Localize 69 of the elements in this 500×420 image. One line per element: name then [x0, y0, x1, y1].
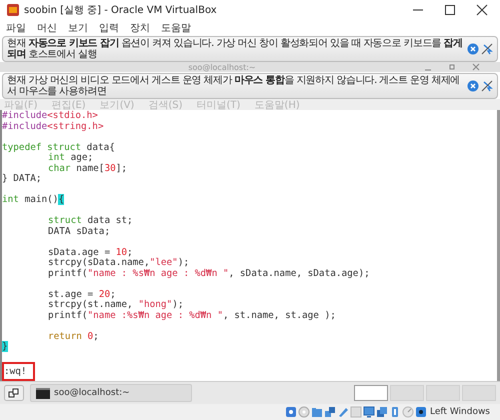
host-key-label: Left Windows	[430, 407, 490, 417]
code-text: #include	[2, 110, 48, 121]
code-text: "lee"	[150, 257, 178, 268]
app-icon	[6, 3, 20, 17]
code-text: printf(	[48, 310, 88, 320]
menu-item[interactable]: 파일	[6, 20, 26, 34]
code-text: typedef struct	[2, 142, 82, 152]
mouse-crossed-icon[interactable]	[481, 43, 493, 55]
code-text: #include	[2, 120, 48, 132]
square-icon	[350, 406, 362, 418]
code-text: strcpy(st.name,	[48, 299, 134, 310]
code-text: , sData.name, sData.age);	[228, 268, 370, 278]
code-text: "name : %s₩n age : %d₩n "	[88, 268, 229, 278]
menu-item[interactable]: 장치	[130, 20, 150, 34]
menu-item[interactable]: 입력	[99, 20, 119, 34]
workspace-button[interactable]	[354, 385, 388, 401]
code-text: 20	[98, 288, 110, 300]
code-text: );	[178, 257, 190, 268]
notification-text: 현재 자동으로 키보드 잡기 옵션이 켜져 있습니다. 가상 머신 창이 활성화되어 있을 때 자동으로 키보드를 잡게 되며 호스트에서 실행	[7, 38, 464, 60]
code-text: 10	[116, 246, 128, 258]
code-text: ;	[110, 288, 116, 300]
taskbar-item[interactable]: soo@localhost:~	[30, 384, 192, 402]
menu-item[interactable]: 머신	[37, 20, 57, 34]
maximize-icon[interactable]	[444, 4, 456, 16]
code-text: data{	[86, 142, 115, 152]
code-text: int	[2, 194, 19, 205]
code-text: } DATA;	[2, 173, 42, 184]
code-text: struct	[48, 215, 82, 226]
code-text: ;	[93, 330, 99, 342]
code-text: sData.age =	[48, 246, 112, 258]
code-text: return	[48, 330, 83, 342]
code-text: char	[48, 162, 71, 174]
code-text: data st;	[86, 215, 133, 226]
disc-icon	[298, 406, 310, 418]
code-text: main()	[24, 194, 58, 205]
screens-icon	[376, 406, 388, 418]
pen-icon	[337, 406, 350, 418]
code-text: age;	[70, 152, 94, 163]
code-text: ;	[127, 246, 133, 258]
code-text: , st.name, st.age );	[222, 310, 336, 320]
code-text: name[	[75, 162, 104, 174]
notification-text: 현재 가상 머신의 비디오 모드에서 게스트 운영 체제가 마우스 통합을 지원하지 않습니다. 게스트 운영 체제에서 마우스를 사용하려면	[7, 75, 461, 97]
close-icon[interactable]	[476, 4, 488, 16]
show-desktop-icon[interactable]	[4, 385, 24, 401]
code-text: <stdio.h>	[47, 110, 98, 121]
cursor-char: {	[58, 194, 64, 205]
monitor-icon	[363, 406, 376, 418]
menu-item[interactable]: 보기	[68, 20, 88, 34]
code-text: strcpy(sData.name,	[48, 257, 150, 268]
code-text: "name :%s₩n age : %d₩n "	[88, 310, 223, 320]
network-icon	[324, 406, 336, 418]
code-text: 0	[88, 330, 94, 342]
terminal-title: soo@localhost:~	[187, 62, 257, 72]
code-text: ];	[116, 162, 128, 174]
mouse-crossed-icon[interactable]	[481, 80, 493, 92]
code-text: int	[48, 152, 65, 163]
code-text: 30	[104, 162, 116, 174]
cursor-char: }	[2, 341, 8, 352]
window-title: soobin [실행 중] - Oracle VM VirtualBox	[24, 4, 218, 17]
code-text: "hong"	[138, 299, 172, 310]
code-text: DATA sData;	[48, 226, 110, 236]
terminal-icon	[36, 388, 50, 398]
code-text: st.age =	[48, 288, 94, 300]
code-text: <string.h>	[47, 120, 104, 132]
code-text: printf(	[48, 268, 88, 278]
scrollbar[interactable]	[497, 110, 500, 381]
code-text: );	[172, 299, 184, 310]
folder-icon	[311, 406, 324, 418]
menu-item[interactable]: 도움말	[161, 20, 191, 34]
